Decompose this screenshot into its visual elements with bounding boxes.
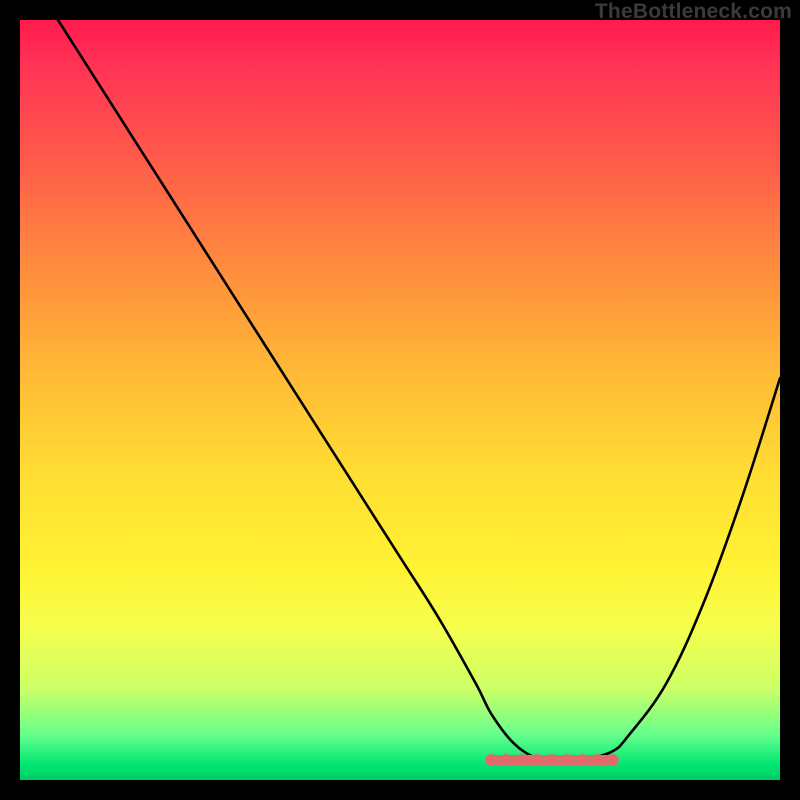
optimal-marker — [546, 754, 558, 766]
bottleneck-curve-path — [58, 20, 780, 763]
optimal-marker — [592, 754, 604, 766]
optimal-marker — [561, 754, 573, 766]
optimal-marker — [500, 754, 512, 766]
optimal-marker — [531, 754, 543, 766]
optimal-marker — [607, 754, 619, 766]
optimal-marker — [576, 754, 588, 766]
optimal-marker — [516, 754, 528, 766]
bottleneck-curve-svg — [20, 20, 780, 780]
optimal-marker — [485, 754, 497, 766]
optimal-range-markers — [485, 754, 619, 766]
